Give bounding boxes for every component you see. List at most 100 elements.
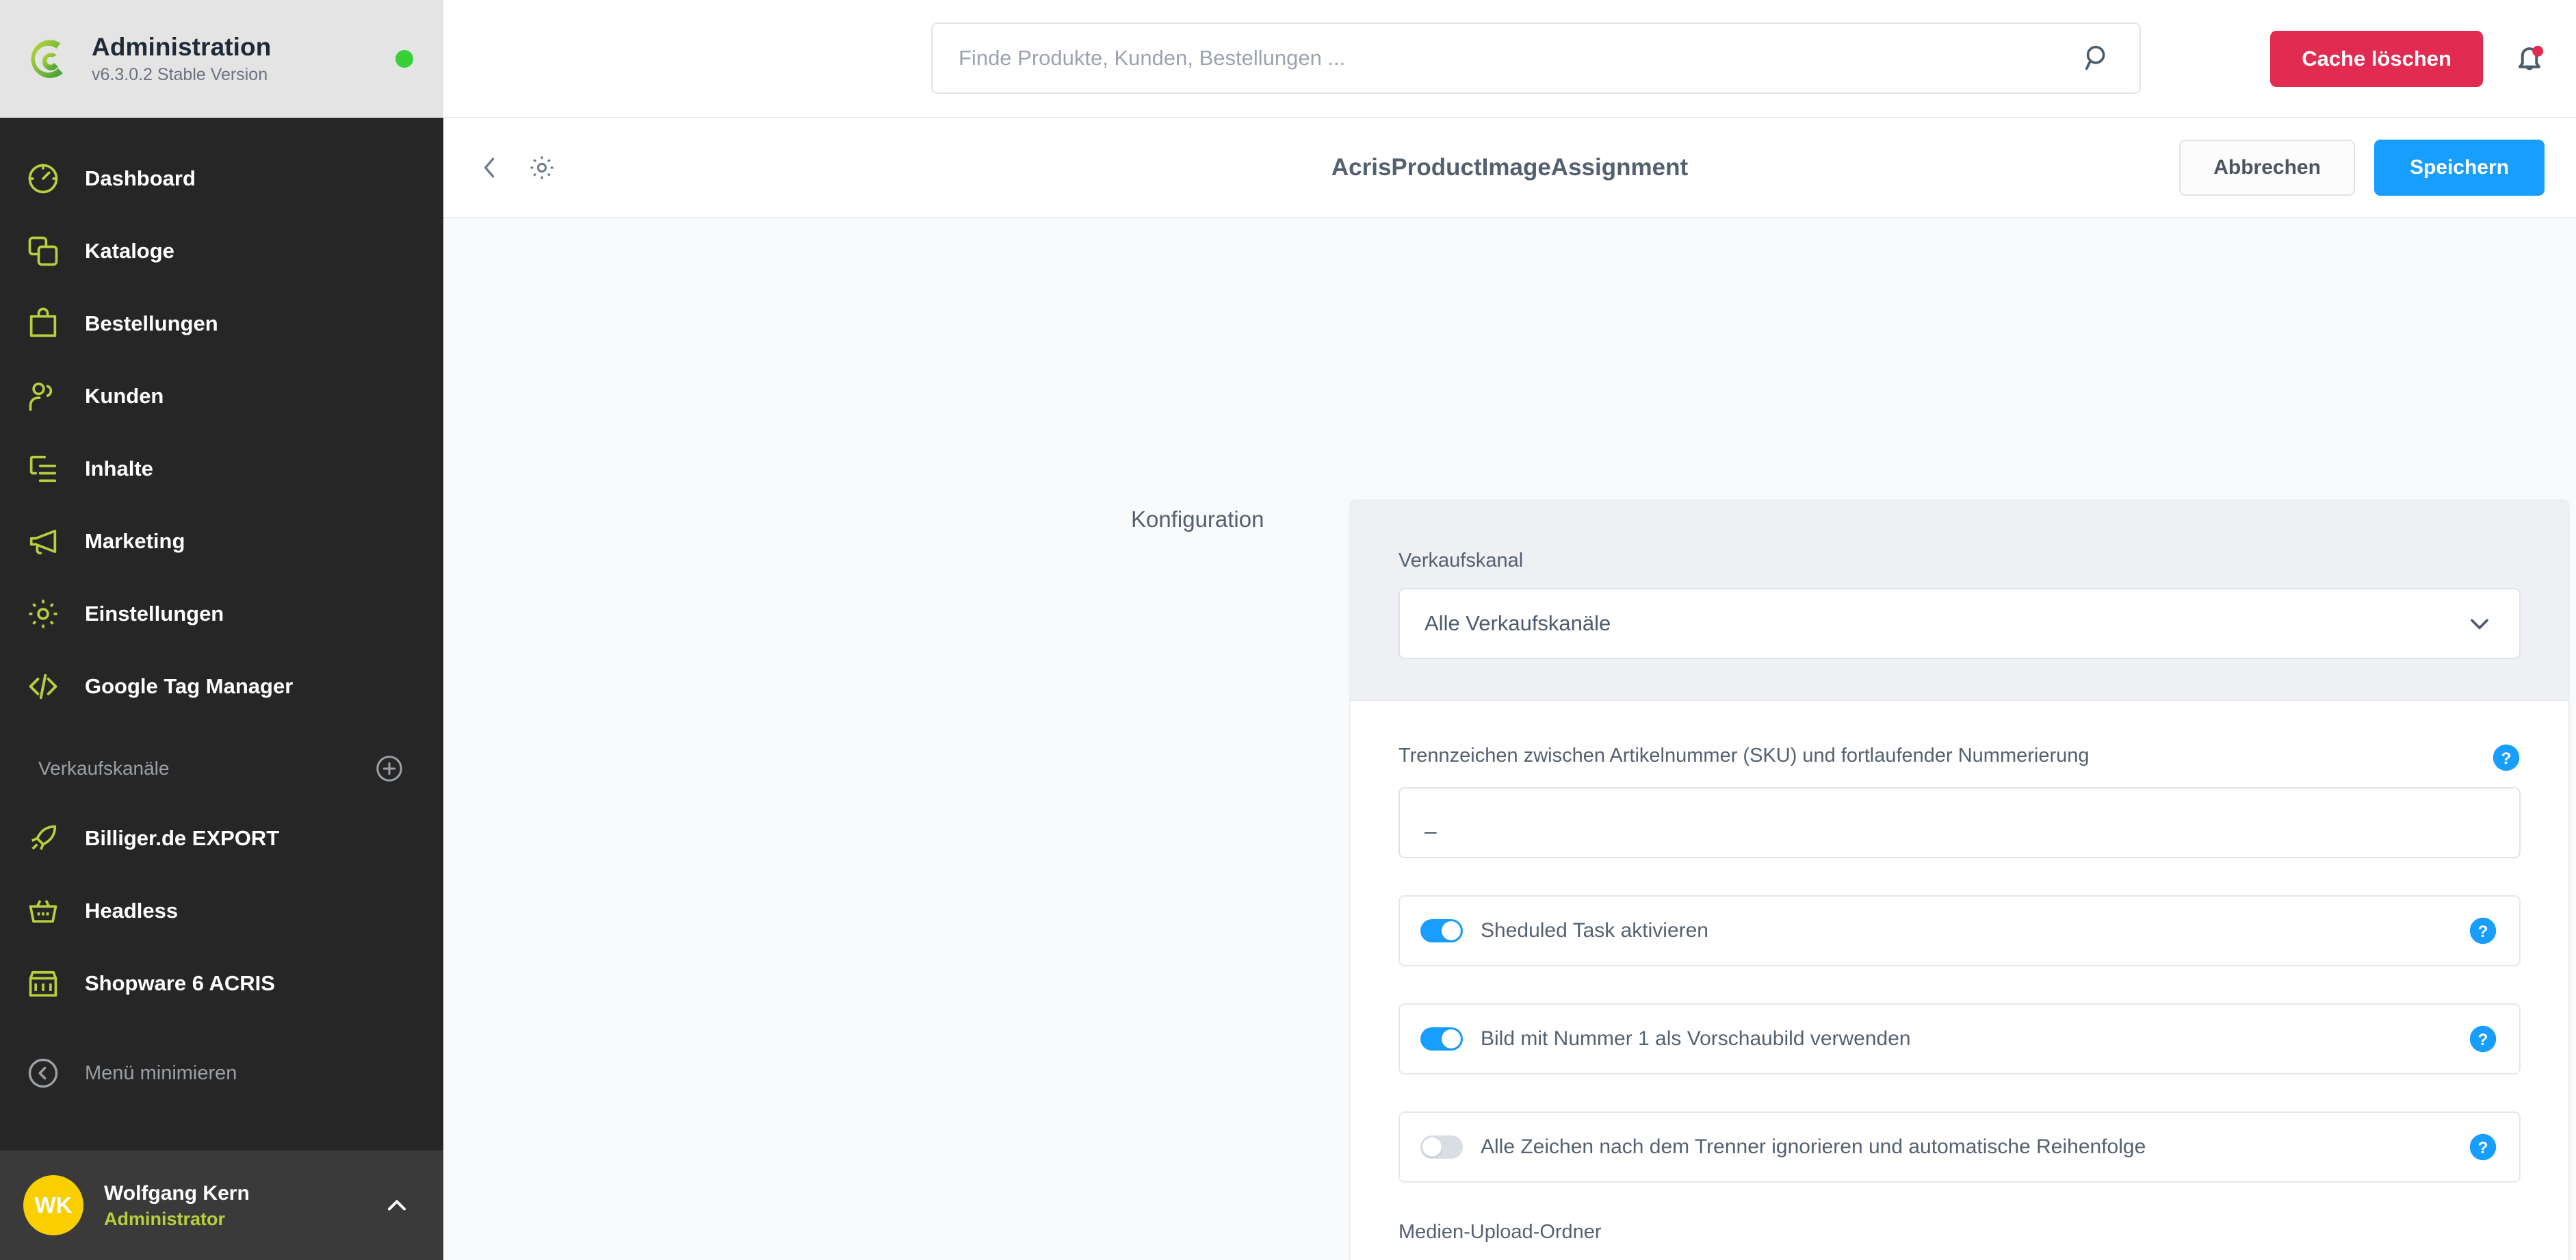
minimize-menu-label: Menü minimieren	[85, 1062, 237, 1084]
toggle-knob	[1442, 1029, 1461, 1049]
svg-text:?: ?	[2478, 1031, 2488, 1049]
sidebar-item-label: Kataloge	[85, 239, 174, 263]
chevron-up-icon[interactable]	[382, 1190, 412, 1220]
ignore-chars-toggle[interactable]	[1420, 1135, 1463, 1159]
sidebar-item-label: Google Tag Manager	[85, 674, 294, 698]
user-text: Wolfgang Kern Administrator	[104, 1181, 361, 1230]
main-area: Cache löschen	[443, 0, 2576, 1260]
sidebar-item-label: Shopware 6 ACRIS	[85, 971, 275, 995]
help-icon[interactable]: ?	[2469, 1025, 2497, 1053]
sales-channels-section-header: Verkaufskanäle	[0, 723, 443, 802]
app-root: Administration v6.3.0.2 Stable Version D…	[0, 0, 2576, 1260]
sales-channel-label: Verkaufskanal	[1398, 550, 1524, 571]
sidebar-item-marketing[interactable]: Marketing	[0, 505, 443, 578]
topbar-actions: Cache löschen	[2270, 0, 2549, 118]
help-icon[interactable]: ?	[2469, 916, 2497, 945]
sidebar-item-label: Einstellungen	[85, 602, 224, 626]
cancel-button[interactable]: Abbrechen	[2179, 139, 2355, 196]
card-body-section: Trennzeichen zwischen Artikelnummer (SKU…	[1351, 701, 2568, 1260]
sidebar-item-label: Dashboard	[85, 166, 196, 190]
page-title: AcrisProductImageAssignment	[1331, 153, 1689, 181]
shopware-logo-icon	[23, 34, 74, 84]
rocket-icon	[23, 819, 63, 858]
gauge-icon	[23, 159, 63, 198]
ignore-chars-switch-row[interactable]: Alle Zeichen nach dem Trenner ignorieren…	[1398, 1111, 2521, 1183]
preview-image-toggle[interactable]	[1420, 1027, 1463, 1051]
configuration-card: Verkaufskanal Alle Verkaufskanäle Trennz…	[1350, 500, 2569, 1260]
content-icon	[23, 449, 63, 489]
sidebar-item-google-tag-manager[interactable]: Google Tag Manager	[0, 650, 443, 723]
separator-label-row: Trennzeichen zwischen Artikelnummer (SKU…	[1398, 743, 2521, 772]
sidebar-item-label: Inhalte	[85, 457, 153, 480]
avatar: WK	[23, 1175, 83, 1235]
separator-input[interactable]	[1398, 787, 2521, 859]
scheduled-task-label: Sheduled Task aktivieren	[1481, 919, 1708, 942]
svg-text:?: ?	[2478, 1139, 2488, 1157]
bag-icon	[23, 304, 63, 344]
user-profile[interactable]: WK Wolfgang Kern Administrator	[0, 1150, 443, 1260]
svg-text:?: ?	[2501, 749, 2512, 768]
help-icon[interactable]: ?	[2469, 1133, 2497, 1161]
add-sales-channel-icon[interactable]	[374, 753, 405, 784]
separator-field: Trennzeichen zwischen Artikelnummer (SKU…	[1398, 743, 2521, 859]
brand-version: v6.3.0.2 Stable Version	[92, 64, 268, 84]
help-icon[interactable]: ?	[2492, 743, 2521, 772]
search-icon[interactable]	[2082, 42, 2113, 74]
sidebar-header: Administration v6.3.0.2 Stable Version	[0, 0, 443, 118]
preview-image-switch-row[interactable]: Bild mit Nummer 1 als Vorschaubild verwe…	[1398, 1003, 2521, 1075]
store-icon	[23, 964, 63, 1003]
sales-channels-title: Verkaufskanäle	[38, 758, 170, 779]
separator-label: Trennzeichen zwischen Artikelnummer (SKU…	[1398, 745, 2090, 767]
sales-channel-select[interactable]: Alle Verkaufskanäle	[1398, 588, 2521, 660]
search-wrapper	[931, 23, 2141, 94]
card-header-section: Verkaufskanal Alle Verkaufskanäle	[1351, 500, 2568, 702]
page-header-left	[473, 151, 558, 184]
catalog-icon	[23, 231, 63, 271]
page-header: AcrisProductImageAssignment Abbrechen Sp…	[443, 118, 2576, 218]
sidebar-item-label: Bestellungen	[85, 311, 218, 335]
megaphone-icon	[23, 522, 63, 561]
scheduled-task-switch-row[interactable]: Sheduled Task aktivieren ?	[1398, 895, 2521, 967]
sidebar-item-kataloge[interactable]: Kataloge	[0, 215, 443, 287]
chevron-down-icon[interactable]	[2464, 608, 2495, 639]
notifications-bell-icon[interactable]	[2510, 40, 2549, 78]
page-header-actions: Abbrechen Speichern	[2179, 139, 2545, 196]
sidebar-item-bestellungen[interactable]: Bestellungen	[0, 287, 443, 360]
gear-icon	[23, 594, 63, 634]
settings-gear-icon[interactable]	[525, 151, 558, 184]
chevron-left-circle-icon	[23, 1053, 63, 1093]
sidebar-item-label: Headless	[85, 899, 179, 923]
save-button[interactable]: Speichern	[2373, 139, 2545, 196]
sales-channel-value: Alle Verkaufskanäle	[1424, 611, 1611, 636]
user-name: Wolfgang Kern	[104, 1182, 250, 1205]
user-role: Administrator	[104, 1208, 226, 1229]
sidebar-item-label: Kunden	[85, 384, 164, 408]
media-folder-label: Medien-Upload-Ordner	[1398, 1221, 1602, 1244]
sidebar-item-inhalte[interactable]: Inhalte	[0, 433, 443, 505]
svg-text:?: ?	[2478, 923, 2488, 941]
topbar: Cache löschen	[443, 0, 2576, 118]
sidebar-item-dashboard[interactable]: Dashboard	[0, 142, 443, 215]
sidebar-item-kunden[interactable]: Kunden	[0, 360, 443, 433]
sidebar-item-label: Billiger.de EXPORT	[85, 826, 280, 850]
status-dot-icon	[395, 50, 413, 68]
ignore-chars-label: Alle Zeichen nach dem Trenner ignorieren…	[1481, 1135, 2146, 1159]
sidebar-item-einstellungen[interactable]: Einstellungen	[0, 578, 443, 650]
toggle-knob	[1422, 1137, 1442, 1157]
clear-cache-button[interactable]: Cache löschen	[2270, 31, 2483, 87]
minimize-menu-button[interactable]: Menü minimieren	[0, 1038, 443, 1109]
sidebar-item-label: Marketing	[85, 529, 185, 553]
sidebar-item-shopware-6-acris[interactable]: Shopware 6 ACRIS	[0, 947, 443, 1020]
code-icon	[23, 667, 63, 706]
sidebar-item-headless[interactable]: Headless	[0, 875, 443, 947]
search-box[interactable]	[931, 23, 2141, 94]
users-icon	[23, 376, 63, 416]
search-input[interactable]	[959, 46, 2082, 70]
config-section-title: Konfiguration	[1131, 506, 1264, 532]
preview-image-label: Bild mit Nummer 1 als Vorschaubild verwe…	[1481, 1027, 1911, 1051]
sidebar-item-billiger-de-export[interactable]: Billiger.de EXPORT	[0, 802, 443, 875]
scheduled-task-toggle[interactable]	[1420, 919, 1463, 943]
sidebar: Administration v6.3.0.2 Stable Version D…	[0, 0, 443, 1260]
back-chevron-icon[interactable]	[473, 151, 506, 184]
